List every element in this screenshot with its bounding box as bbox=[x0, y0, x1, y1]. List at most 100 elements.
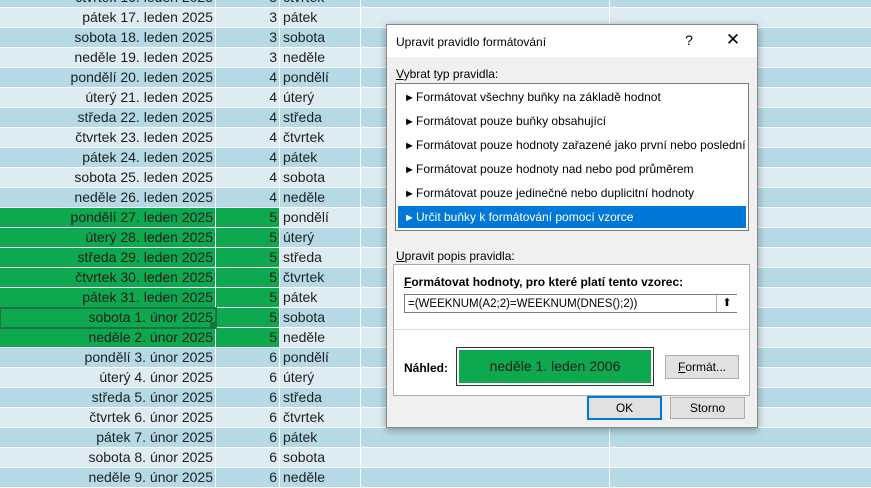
week-number-cell[interactable]: 6 bbox=[216, 448, 280, 468]
weekday-cell[interactable]: středa bbox=[280, 388, 361, 408]
week-number-cell[interactable]: 5 bbox=[216, 268, 280, 288]
weekday-cell[interactable]: sobota bbox=[280, 28, 361, 48]
ok-button[interactable]: OK bbox=[587, 396, 662, 420]
week-number-cell[interactable]: 5 bbox=[216, 308, 280, 328]
close-icon[interactable]: ✕ bbox=[723, 31, 743, 49]
weekday-cell[interactable]: čtvrtek bbox=[280, 268, 361, 288]
week-number-cell[interactable]: 5 bbox=[216, 248, 280, 268]
weekday-cell[interactable]: pátek bbox=[280, 148, 361, 168]
date-cell[interactable]: čtvrtek 6. únor 2025 bbox=[0, 408, 216, 428]
date-cell[interactable]: pátek 7. únor 2025 bbox=[0, 428, 216, 448]
date-cell[interactable]: pátek 31. leden 2025 bbox=[0, 288, 216, 308]
empty-cell[interactable] bbox=[610, 428, 871, 448]
week-number-cell[interactable]: 3 bbox=[216, 28, 280, 48]
weekday-cell[interactable]: sobota bbox=[280, 308, 361, 328]
weekday-cell[interactable]: neděle bbox=[280, 188, 361, 208]
date-cell[interactable]: pondělí 27. leden 2025 bbox=[0, 208, 216, 228]
date-cell[interactable]: pondělí 20. leden 2025 bbox=[0, 68, 216, 88]
weekday-cell[interactable]: úterý bbox=[280, 88, 361, 108]
weekday-cell[interactable]: čtvrtek bbox=[280, 0, 361, 8]
rule-type-item[interactable]: ►Určit buňky k formátování pomocí vzorce bbox=[398, 206, 746, 228]
weekday-cell[interactable]: úterý bbox=[280, 228, 361, 248]
weekday-cell[interactable]: pátek bbox=[280, 8, 361, 28]
date-cell[interactable]: neděle 19. leden 2025 bbox=[0, 48, 216, 68]
week-number-cell[interactable]: 4 bbox=[216, 188, 280, 208]
rule-type-item[interactable]: ►Formátovat pouze buňky obsahující bbox=[398, 110, 746, 132]
rule-description-panel: Formátovat hodnoty, pro které platí tent… bbox=[393, 264, 750, 396]
rule-type-list[interactable]: ►Formátovat všechny buňky na základě hod… bbox=[395, 83, 749, 231]
weekday-cell[interactable]: sobota bbox=[280, 448, 361, 468]
date-cell[interactable]: sobota 8. únor 2025 bbox=[0, 448, 216, 468]
week-number-cell[interactable]: 6 bbox=[216, 468, 280, 488]
date-cell[interactable]: středa 22. leden 2025 bbox=[0, 108, 216, 128]
empty-cell[interactable] bbox=[610, 448, 871, 468]
date-cell[interactable]: čtvrtek 16. leden 2025 bbox=[0, 0, 216, 8]
week-number-cell[interactable]: 6 bbox=[216, 428, 280, 448]
date-cell[interactable]: sobota 25. leden 2025 bbox=[0, 168, 216, 188]
weekday-cell[interactable]: středa bbox=[280, 108, 361, 128]
help-icon[interactable]: ? bbox=[681, 31, 697, 49]
week-number-cell[interactable]: 6 bbox=[216, 408, 280, 428]
week-number-cell[interactable]: 6 bbox=[216, 388, 280, 408]
week-number-cell[interactable]: 6 bbox=[216, 368, 280, 388]
collapse-dialog-icon[interactable]: ⬆ bbox=[716, 295, 737, 312]
date-cell[interactable]: pondělí 3. únor 2025 bbox=[0, 348, 216, 368]
week-number-cell[interactable]: 5 bbox=[216, 328, 280, 348]
week-number-cell[interactable]: 4 bbox=[216, 168, 280, 188]
date-cell[interactable]: sobota 1. únor 2025 bbox=[0, 307, 217, 329]
format-button[interactable]: Formát... bbox=[665, 355, 739, 379]
week-number-cell[interactable]: 3 bbox=[216, 0, 280, 8]
weekday-cell[interactable]: čtvrtek bbox=[280, 408, 361, 428]
weekday-cell[interactable]: úterý bbox=[280, 368, 361, 388]
week-number-cell[interactable]: 4 bbox=[216, 108, 280, 128]
date-cell[interactable]: sobota 18. leden 2025 bbox=[0, 28, 216, 48]
week-number-cell[interactable]: 5 bbox=[216, 208, 280, 228]
rule-type-item[interactable]: ►Formátovat všechny buňky na základě hod… bbox=[398, 86, 746, 108]
empty-cell[interactable] bbox=[361, 0, 610, 8]
date-cell[interactable]: pátek 24. leden 2025 bbox=[0, 148, 216, 168]
empty-cell[interactable] bbox=[361, 468, 610, 488]
rule-type-item[interactable]: ►Formátovat pouze hodnoty zařazené jako … bbox=[398, 134, 746, 156]
week-number-cell[interactable]: 4 bbox=[216, 128, 280, 148]
week-number-cell[interactable]: 6 bbox=[216, 348, 280, 368]
weekday-cell[interactable]: pondělí bbox=[280, 208, 361, 228]
rule-type-item[interactable]: ►Formátovat pouze hodnoty nad nebo pod p… bbox=[398, 158, 746, 180]
week-number-cell[interactable]: 4 bbox=[216, 148, 280, 168]
week-number-cell[interactable]: 4 bbox=[216, 88, 280, 108]
weekday-cell[interactable]: pondělí bbox=[280, 68, 361, 88]
weekday-cell[interactable]: neděle bbox=[280, 468, 361, 488]
date-cell-text: sobota 8. únor 2025 bbox=[88, 449, 213, 465]
date-cell[interactable]: neděle 2. únor 2025 bbox=[0, 328, 216, 348]
date-cell[interactable]: středa 29. leden 2025 bbox=[0, 248, 216, 268]
date-cell[interactable]: úterý 28. leden 2025 bbox=[0, 228, 216, 248]
weekday-cell[interactable]: pátek bbox=[280, 288, 361, 308]
rule-type-item[interactable]: ►Formátovat pouze jedinečné nebo duplici… bbox=[398, 182, 746, 204]
date-cell[interactable]: čtvrtek 30. leden 2025 bbox=[0, 268, 216, 288]
weekday-cell[interactable]: sobota bbox=[280, 168, 361, 188]
weekday-cell[interactable]: pondělí bbox=[280, 348, 361, 368]
date-cell[interactable]: středa 5. únor 2025 bbox=[0, 388, 216, 408]
date-cell[interactable]: úterý 21. leden 2025 bbox=[0, 88, 216, 108]
date-cell[interactable]: úterý 4. únor 2025 bbox=[0, 368, 216, 388]
week-number-cell[interactable]: 3 bbox=[216, 8, 280, 28]
week-number-cell[interactable]: 3 bbox=[216, 48, 280, 68]
cancel-button[interactable]: Storno bbox=[670, 397, 745, 419]
empty-cell[interactable] bbox=[610, 468, 871, 488]
week-number-cell[interactable]: 5 bbox=[216, 288, 280, 308]
formula-input[interactable]: =(WEEKNUM(A2;2)=WEEKNUM(DNES();2)) bbox=[404, 294, 737, 313]
date-cell[interactable]: neděle 9. únor 2025 bbox=[0, 468, 216, 488]
weekday-cell[interactable]: neděle bbox=[280, 328, 361, 348]
date-cell[interactable]: neděle 26. leden 2025 bbox=[0, 188, 216, 208]
date-cell[interactable]: čtvrtek 23. leden 2025 bbox=[0, 128, 216, 148]
week-number-cell[interactable]: 5 bbox=[216, 228, 280, 248]
weekday-cell[interactable]: středa bbox=[280, 248, 361, 268]
empty-cell[interactable] bbox=[610, 0, 871, 8]
weekday-cell[interactable]: čtvrtek bbox=[280, 128, 361, 148]
empty-cell[interactable] bbox=[361, 448, 610, 468]
rule-type-label: Určit buňky k formátování pomocí vzorce bbox=[416, 210, 634, 224]
empty-cell[interactable] bbox=[361, 428, 610, 448]
week-number-cell[interactable]: 4 bbox=[216, 68, 280, 88]
weekday-cell[interactable]: neděle bbox=[280, 48, 361, 68]
date-cell[interactable]: pátek 17. leden 2025 bbox=[0, 8, 216, 28]
weekday-cell[interactable]: pátek bbox=[280, 428, 361, 448]
